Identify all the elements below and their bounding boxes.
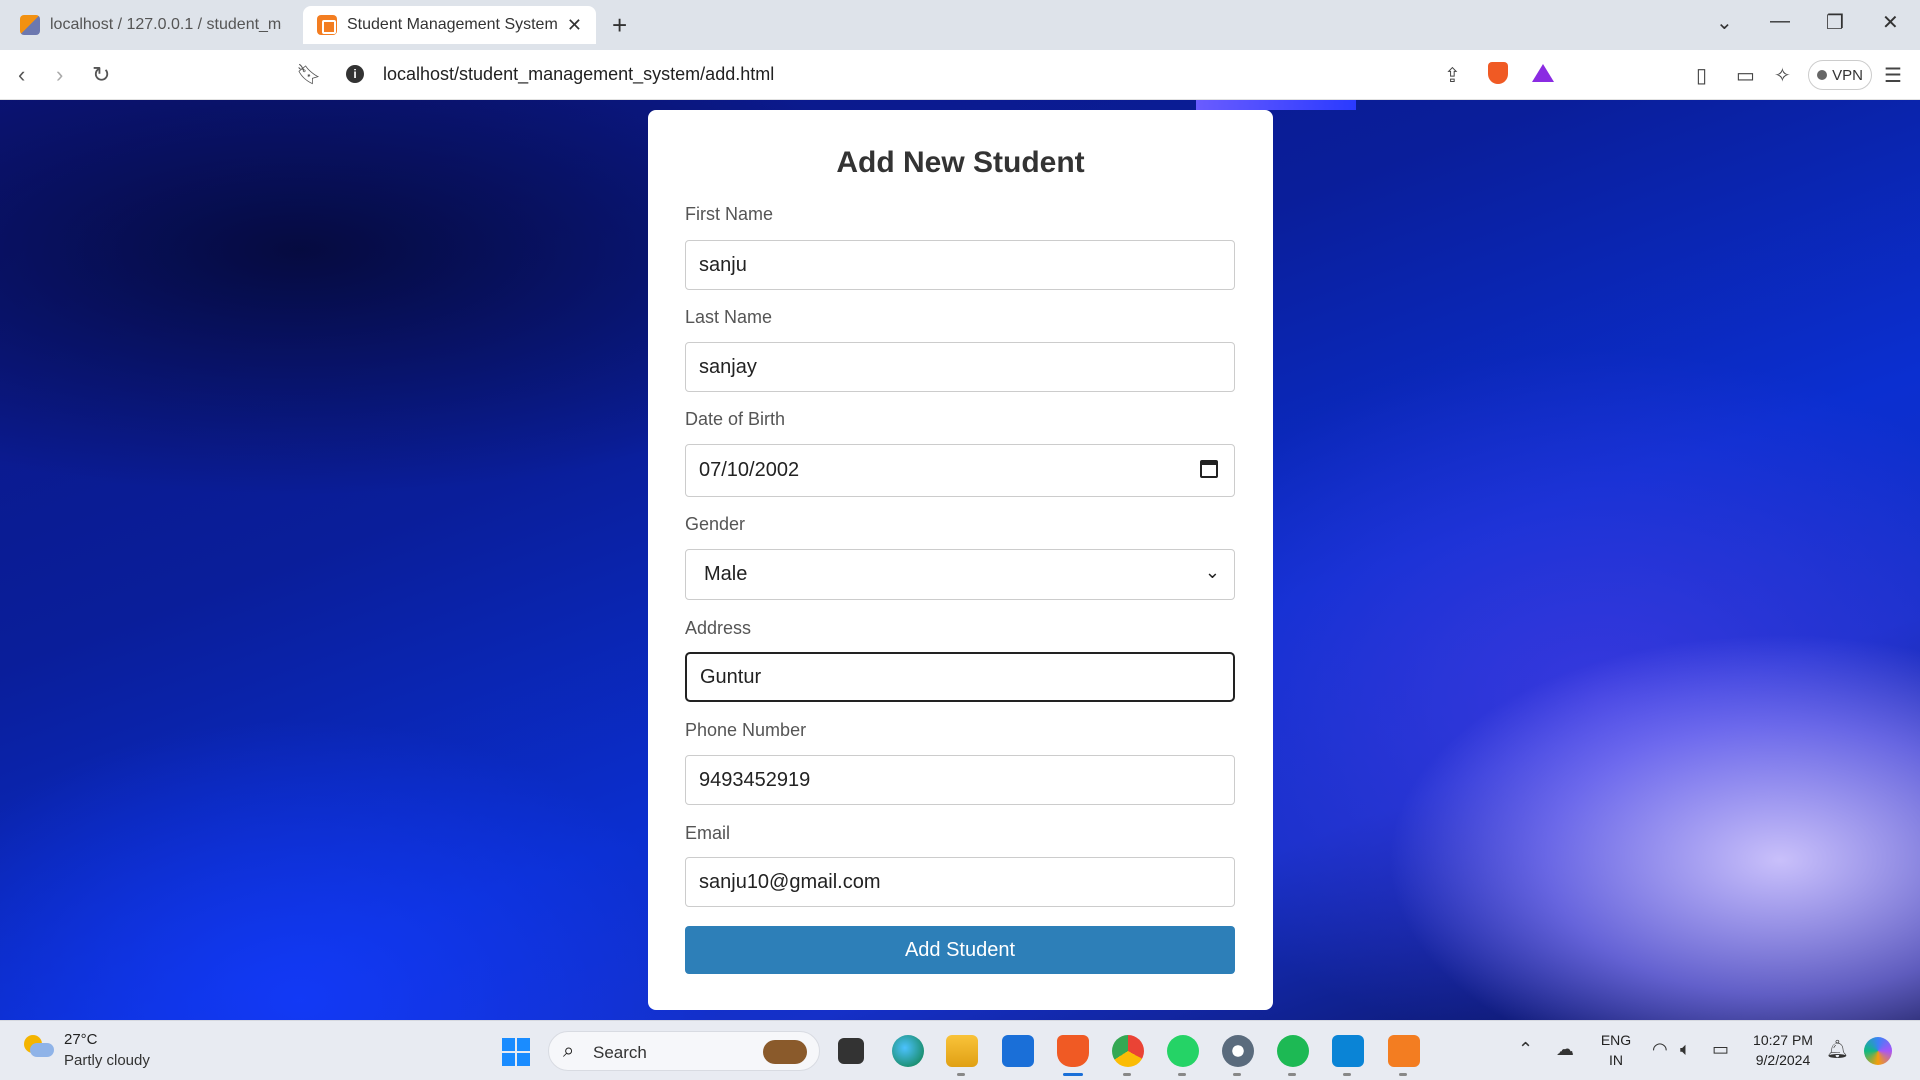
bookmark-icon[interactable]: 🔖︎: [296, 62, 321, 87]
gender-select[interactable]: Male ⌄: [685, 549, 1235, 600]
first-name-value: sanju: [699, 253, 747, 276]
address-label: Address: [685, 618, 752, 638]
xampp-icon: [317, 15, 337, 35]
taskbar-search[interactable]: ⌕ Search: [548, 1031, 820, 1071]
settings-icon[interactable]: [1222, 1035, 1254, 1067]
tab-student-management[interactable]: Student Management System ✕: [303, 6, 596, 44]
tab-search-chevron-icon[interactable]: ⌄: [1716, 10, 1733, 35]
clock-time[interactable]: 10:27 PM: [1748, 1032, 1818, 1048]
minimize-button[interactable]: —: [1770, 10, 1790, 33]
edge-icon[interactable]: [892, 1035, 924, 1067]
dob-label: Date of Birth: [685, 409, 786, 429]
task-view-icon[interactable]: [838, 1038, 864, 1064]
weather-temperature[interactable]: 27°C: [64, 1031, 98, 1048]
wifi-icon[interactable]: ◠: [1652, 1039, 1668, 1060]
share-icon[interactable]: ⇪: [1444, 63, 1461, 88]
search-placeholder: Search: [593, 1043, 647, 1062]
battery-icon[interactable]: ▭: [1712, 1039, 1729, 1060]
weather-description[interactable]: Partly cloudy: [64, 1052, 150, 1069]
last-name-value: sanjay: [699, 355, 757, 378]
notification-bell-icon[interactable]: 🔔︎: [1826, 1039, 1849, 1060]
phone-input[interactable]: 9493452919: [685, 755, 1235, 805]
brave-rewards-icon[interactable]: [1532, 64, 1554, 82]
running-indicator: [1288, 1073, 1296, 1076]
phone-value: 9493452919: [699, 768, 811, 791]
spotify-icon[interactable]: [1277, 1035, 1309, 1067]
xampp-taskbar-icon[interactable]: [1388, 1035, 1420, 1067]
add-student-form: Add New Student First Name sanju Last Na…: [648, 110, 1273, 1010]
running-indicator: [1233, 1073, 1241, 1076]
tab-phpmyadmin[interactable]: localhost / 127.0.0.1 / student_mana: [6, 6, 296, 44]
gender-value: Male: [704, 563, 748, 585]
search-highlight-icon: [763, 1040, 807, 1064]
browser-toolbar: ‹ › ↻ 🔖︎ i localhost/student_management_…: [0, 50, 1920, 100]
search-icon: ⌕: [563, 1040, 575, 1062]
decorative-stripe: [1196, 100, 1356, 110]
close-window-button[interactable]: ✕: [1882, 10, 1899, 35]
email-label: Email: [685, 823, 731, 843]
email-value: sanju10@gmail.com: [699, 870, 881, 893]
tab-label: localhost / 127.0.0.1 / student_mana: [50, 16, 282, 33]
file-explorer-icon[interactable]: [946, 1035, 978, 1067]
volume-icon[interactable]: 🔈︎: [1680, 1039, 1691, 1060]
close-tab-icon[interactable]: ✕: [567, 15, 582, 36]
phpmyadmin-icon: [20, 15, 40, 35]
form-title: Add New Student: [836, 146, 1085, 179]
back-icon[interactable]: ‹: [18, 62, 25, 88]
microsoft-store-icon[interactable]: [1002, 1035, 1034, 1067]
tab-bar: localhost / 127.0.0.1 / student_mana Stu…: [0, 0, 1920, 50]
vscode-icon[interactable]: [1332, 1035, 1364, 1067]
chrome-icon[interactable]: [1112, 1035, 1144, 1067]
site-info-icon[interactable]: i: [346, 65, 364, 83]
running-indicator: [957, 1073, 965, 1076]
chevron-down-icon: ⌄: [1204, 562, 1220, 582]
reload-icon[interactable]: ↻: [92, 62, 110, 88]
leo-ai-icon[interactable]: ✧: [1774, 63, 1791, 88]
running-indicator: [1178, 1073, 1186, 1076]
forward-icon[interactable]: ›: [56, 62, 63, 88]
whatsapp-icon[interactable]: [1167, 1035, 1199, 1067]
brave-browser-icon[interactable]: [1057, 1035, 1089, 1067]
weather-partly-cloudy-icon[interactable]: [24, 1035, 54, 1059]
address-value: Guntur: [700, 665, 762, 688]
restore-button[interactable]: ❐: [1826, 10, 1844, 35]
menu-icon[interactable]: ☰: [1884, 63, 1902, 88]
clock-date[interactable]: 9/2/2024: [1748, 1052, 1818, 1068]
onedrive-icon[interactable]: ☁: [1556, 1039, 1574, 1060]
last-name-label: Last Name: [685, 307, 773, 327]
brave-shields-icon[interactable]: [1488, 62, 1508, 84]
new-tab-button[interactable]: +: [612, 10, 627, 41]
language-code[interactable]: ENG: [1598, 1032, 1634, 1048]
vpn-status-icon: [1817, 70, 1828, 80]
taskbar: 27°C Partly cloudy ⌕ Search ⌃ ☁ ENG IN ◠…: [0, 1020, 1920, 1080]
email-input[interactable]: sanju10@gmail.com: [685, 857, 1235, 907]
dob-value: 07/10/2002: [699, 459, 800, 481]
last-name-input[interactable]: sanjay: [685, 342, 1235, 392]
chevron-up-icon[interactable]: ⌃: [1518, 1039, 1533, 1060]
windows-start-icon[interactable]: [502, 1038, 530, 1066]
calendar-icon[interactable]: [1200, 460, 1218, 478]
phone-label: Phone Number: [685, 720, 807, 740]
add-student-button[interactable]: Add Student: [685, 926, 1235, 974]
vpn-button[interactable]: VPN: [1808, 60, 1872, 90]
running-indicator: [1123, 1073, 1131, 1076]
first-name-label: First Name: [685, 204, 774, 224]
first-name-input[interactable]: sanju: [685, 240, 1235, 290]
copilot-icon[interactable]: [1864, 1037, 1892, 1065]
running-indicator: [1343, 1073, 1351, 1076]
url-text[interactable]: localhost/student_management_system/add.…: [383, 64, 774, 85]
tab-label: Student Management System: [347, 16, 558, 33]
running-indicator: [1399, 1073, 1407, 1076]
gender-label: Gender: [685, 514, 746, 534]
active-app-indicator: [1063, 1073, 1083, 1076]
sidebar-icon[interactable]: ▯: [1696, 63, 1707, 88]
language-region[interactable]: IN: [1598, 1052, 1634, 1068]
address-input[interactable]: Guntur: [685, 652, 1235, 702]
vpn-label: VPN: [1832, 66, 1863, 84]
wallet-icon[interactable]: ▭: [1736, 63, 1755, 88]
dob-input[interactable]: 07/10/2002: [685, 444, 1235, 497]
